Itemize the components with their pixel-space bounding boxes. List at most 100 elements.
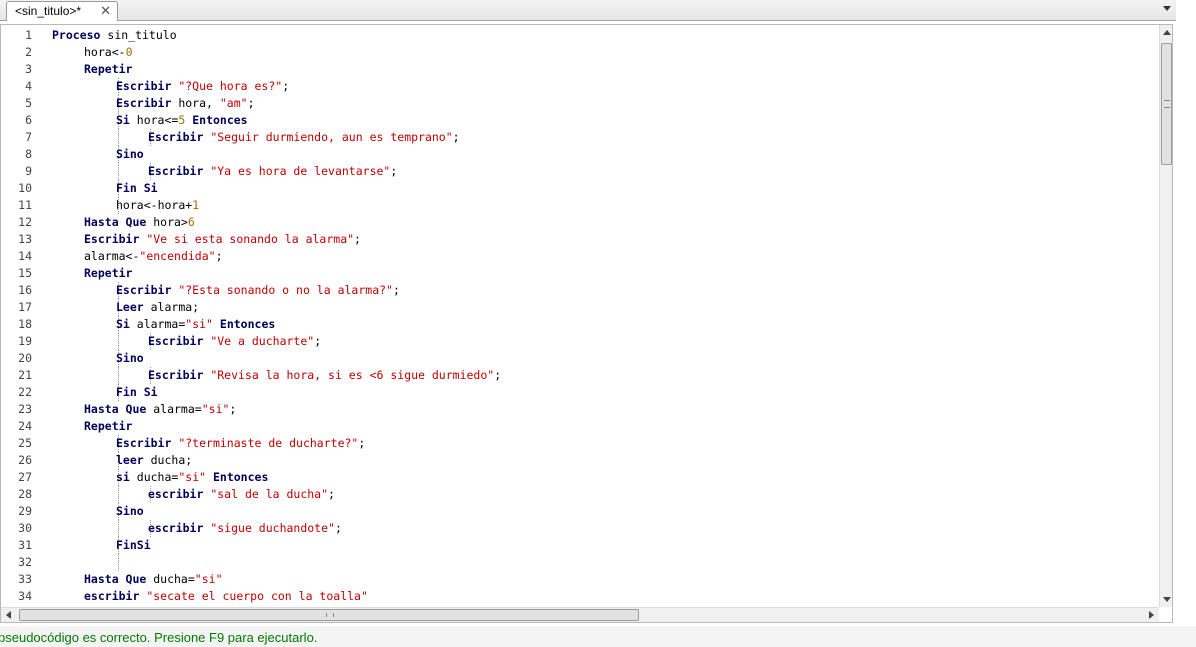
code-line[interactable]: 1 Proceso sin_titulo — [1, 27, 1159, 44]
line-number: 27 — [18, 470, 32, 484]
code-token: ; — [328, 487, 335, 501]
line-number: 31 — [18, 538, 32, 552]
code-line[interactable]: 10 Fin Si — [1, 180, 1159, 197]
code-line[interactable]: 14 alarma<-"encendida"; — [1, 248, 1159, 265]
code-line[interactable]: 6 Si hora<=5 Entonces — [1, 112, 1159, 129]
code-line[interactable]: 28 escribir "sal de la ducha"; — [1, 486, 1159, 503]
code-line[interactable]: 20 Sino — [1, 350, 1159, 367]
code-token: 0 — [125, 45, 133, 59]
code-area[interactable]: 1 Proceso sin_titulo 2 hora<-0 3 Repetir 4 Escr… — [1, 27, 1159, 607]
scroll-down-arrow-icon[interactable] — [1163, 597, 1171, 602]
scroll-up-arrow-icon[interactable] — [1163, 30, 1171, 35]
code-line[interactable]: 21 Escribir "Revisa la hora, si es <6 sig… — [1, 367, 1159, 384]
vertical-scrollbar[interactable] — [1159, 25, 1172, 607]
code-token: Fin Si — [116, 385, 158, 399]
code-line[interactable]: 5 Escribir hora, "am"; — [1, 95, 1159, 112]
code-line[interactable]: 15 Repetir — [1, 265, 1159, 282]
code-token: "si" — [194, 572, 223, 586]
horizontal-scroll-thumb[interactable] — [19, 609, 639, 621]
code-line[interactable]: 25 Escribir "?terminaste de ducharte?"; — [1, 435, 1159, 452]
code-token: "?Esta sonando o no la alarma?" — [178, 283, 393, 297]
code-text: Escribir "?Que hora es?"; — [116, 78, 289, 95]
code-line[interactable]: 9 Escribir "Ya es hora de levantarse"; — [1, 163, 1159, 180]
code-token: hora, — [171, 96, 220, 110]
code-text: Escribir "Ve a ducharte"; — [148, 333, 321, 350]
code-token: hora — [129, 113, 165, 127]
code-text: Sino — [116, 350, 144, 367]
code-token: Entonces — [219, 317, 276, 331]
code-text: Repetir — [84, 61, 132, 78]
code-editor[interactable]: 1 Proceso sin_titulo 2 hora<-0 3 Repetir 4 Escr… — [0, 24, 1173, 623]
code-line[interactable]: 16 Escribir "?Esta sonando o no la alarma… — [1, 282, 1159, 299]
code-line[interactable]: 33 Hasta Que ducha="si" — [1, 571, 1159, 588]
code-line[interactable]: 2 hora<-0 — [1, 44, 1159, 61]
code-line[interactable]: 17 Leer alarma; — [1, 299, 1159, 316]
code-token: = — [194, 402, 202, 416]
code-token: ; — [390, 164, 398, 178]
code-line[interactable]: 26 leer ducha; — [1, 452, 1159, 469]
code-token: "?terminaste de ducharte?" — [178, 436, 359, 450]
line-number: 8 — [25, 147, 32, 161]
code-token: "Ve a ducharte" — [210, 334, 315, 348]
chevron-down-icon[interactable] — [1163, 6, 1171, 11]
code-line[interactable]: 34 escribir "secate el cuerpo con la toal… — [1, 588, 1159, 605]
code-line[interactable]: 7 Escribir "Seguir durmiendo, aun es temp… — [1, 129, 1159, 146]
code-line[interactable]: 19 Escribir "Ve a ducharte"; — [1, 333, 1159, 350]
code-text: Escribir "?terminaste de ducharte?"; — [116, 435, 365, 452]
code-token: Escribir — [116, 96, 172, 110]
code-text: Si alarma="si" Entonces — [116, 316, 275, 333]
scroll-right-arrow-icon[interactable] — [1149, 611, 1154, 619]
code-line[interactable]: 29 Sino — [1, 503, 1159, 520]
code-token: ; — [314, 334, 322, 348]
code-token: Hasta Que — [84, 215, 147, 229]
line-number: 4 — [25, 79, 32, 93]
code-line[interactable]: 32 — [1, 554, 1159, 571]
code-token: si — [116, 470, 130, 484]
line-number: 25 — [18, 436, 32, 450]
code-text: Hasta Que hora>6 — [84, 214, 195, 231]
code-token: escribir — [148, 521, 204, 535]
line-number: 16 — [18, 283, 32, 297]
code-text: escribir "secate el cuerpo con la toalla… — [84, 588, 368, 605]
code-line[interactable]: 3 Repetir — [1, 61, 1159, 78]
code-line[interactable]: 23 Hasta Que alarma="si"; — [1, 401, 1159, 418]
code-token: hora — [116, 198, 144, 212]
code-token: <- — [143, 198, 158, 212]
code-line[interactable]: 27 si ducha="si" Entonces — [1, 469, 1159, 486]
horizontal-scrollbar[interactable] — [1, 607, 1159, 622]
line-number: 13 — [18, 232, 32, 246]
code-line[interactable]: 30 escribir "sigue duchandote"; — [1, 520, 1159, 537]
scroll-left-arrow-icon[interactable] — [6, 611, 11, 619]
code-text: leer ducha; — [116, 452, 192, 469]
code-line[interactable]: 11 hora<-hora+1 — [1, 197, 1159, 214]
line-number: 15 — [18, 266, 32, 280]
code-token: "Ya es hora de levantarse" — [210, 164, 391, 178]
line-number: 29 — [18, 504, 32, 518]
code-line[interactable]: 4 Escribir "?Que hora es?"; — [1, 78, 1159, 95]
code-token: Proceso — [52, 28, 101, 42]
code-token: Escribir — [148, 368, 204, 382]
code-token: "sal de la ducha" — [210, 487, 329, 501]
code-line[interactable]: 12 Hasta Que hora>6 — [1, 214, 1159, 231]
code-line[interactable]: 18 Si alarma="si" Entonces — [1, 316, 1159, 333]
code-line[interactable]: 22 Fin Si — [1, 384, 1159, 401]
code-line[interactable]: 31 FinSi — [1, 537, 1159, 554]
code-line[interactable]: 8 Sino — [1, 146, 1159, 163]
code-token: ; — [358, 436, 366, 450]
tab-sin-titulo[interactable]: <sin_titulo>* ✕ — [6, 1, 118, 21]
line-number: 10 — [18, 181, 32, 195]
code-text: Escribir "Ve si esta sonando la alarma"; — [84, 231, 361, 248]
code-token: ducha — [129, 470, 172, 484]
code-token: 1 — [192, 198, 200, 212]
code-text: hora<-0 — [84, 44, 133, 61]
vertical-scroll-thumb[interactable] — [1161, 43, 1172, 165]
code-text: Fin Si — [116, 180, 158, 197]
close-icon[interactable]: ✕ — [100, 3, 111, 19]
code-line[interactable]: 24 Repetir — [1, 418, 1159, 435]
code-token: Entonces — [192, 113, 248, 127]
code-token: alarma — [129, 317, 179, 331]
code-token: 6 — [187, 215, 195, 229]
code-line[interactable]: 13 Escribir "Ve si esta sonando la alarma… — [1, 231, 1159, 248]
code-token: hora — [157, 198, 186, 212]
code-token: Escribir — [148, 130, 204, 144]
